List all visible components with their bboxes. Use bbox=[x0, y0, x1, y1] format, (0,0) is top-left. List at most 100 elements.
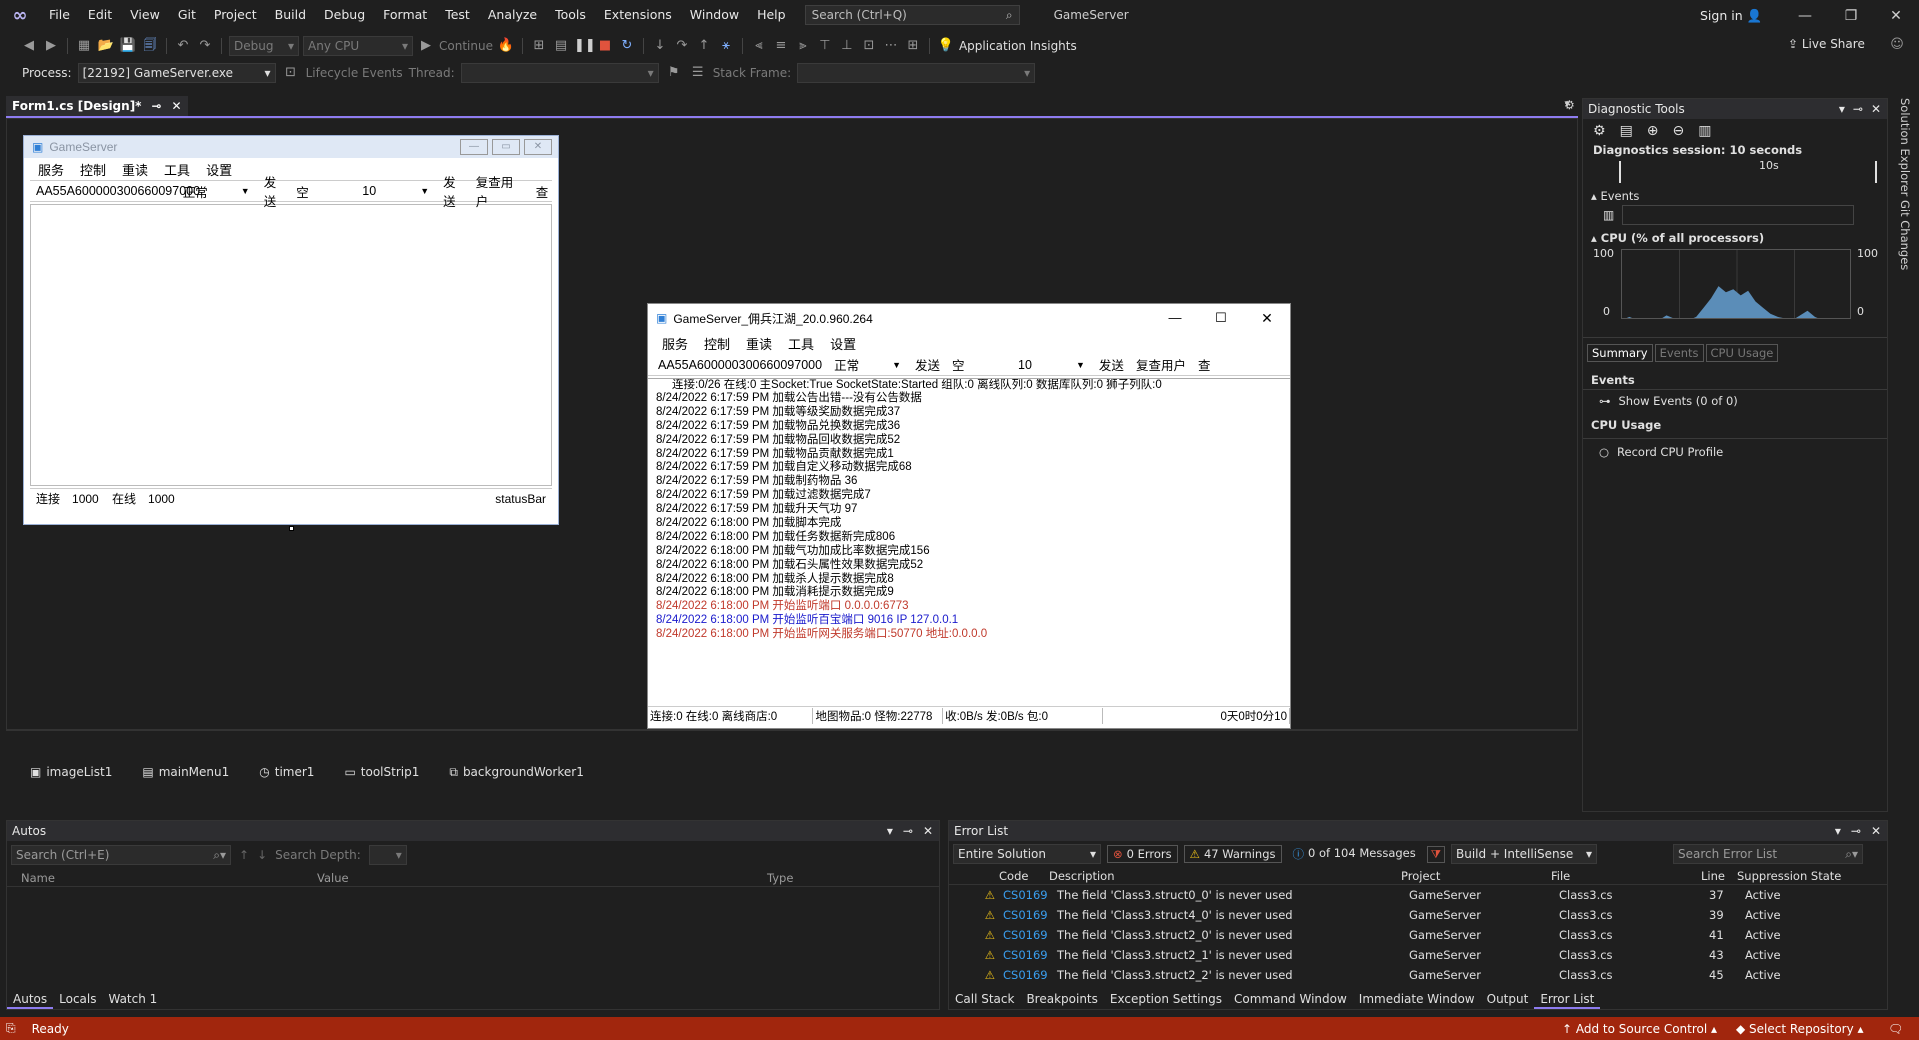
restore-button[interactable]: ❐ bbox=[1828, 0, 1874, 32]
toolstrip-item[interactable]: 复查用户 bbox=[1130, 355, 1192, 374]
design-form[interactable]: ▣ GameServer — ▭ ✕ 服务 控制 重读 工具 设置 AA55A60000… bbox=[23, 135, 559, 525]
step-into-icon[interactable]: ↓ bbox=[651, 37, 669, 55]
menu-view[interactable]: View bbox=[121, 0, 169, 30]
form-menu-item[interactable]: 工具 bbox=[156, 160, 198, 180]
lifecycle-events-button[interactable]: Lifecycle Events bbox=[306, 66, 403, 80]
close-icon[interactable]: ✕ bbox=[923, 821, 933, 841]
form-menu-item[interactable]: 重读 bbox=[738, 334, 780, 354]
undo-icon[interactable]: ↶ bbox=[174, 37, 192, 55]
tab-command-window[interactable]: Command Window bbox=[1228, 989, 1353, 1009]
toolstrip-item[interactable]: 查 bbox=[530, 182, 552, 201]
menu-build[interactable]: Build bbox=[266, 0, 315, 30]
align-middle-icon[interactable]: ⊥ bbox=[838, 37, 856, 55]
back-icon[interactable]: ◀ bbox=[20, 37, 38, 55]
form-menu-item[interactable]: 控制 bbox=[72, 160, 114, 180]
new-project-icon[interactable]: ▦ bbox=[75, 37, 93, 55]
minimize-button[interactable]: — bbox=[1782, 0, 1828, 32]
align-center-icon[interactable]: ≡ bbox=[772, 37, 790, 55]
cell-code[interactable]: CS0169 bbox=[999, 965, 1053, 985]
tab-exception-settings[interactable]: Exception Settings bbox=[1104, 989, 1228, 1009]
zoom-out-icon[interactable]: ⊖ bbox=[1673, 123, 1685, 139]
col-file[interactable]: File bbox=[1551, 869, 1701, 883]
chevron-down-icon[interactable]: ▼ bbox=[241, 186, 250, 196]
diag-tab-cpu-usage[interactable]: CPU Usage bbox=[1705, 344, 1779, 362]
col-type[interactable]: Type bbox=[767, 871, 793, 885]
menu-window[interactable]: Window bbox=[681, 0, 748, 30]
diag-tab-events[interactable]: Events bbox=[1654, 344, 1704, 362]
scope-combo[interactable]: Entire Solution ▾ bbox=[953, 844, 1101, 864]
feedback-icon[interactable]: ☺ bbox=[1888, 36, 1906, 54]
warnings-filter-button[interactable]: ⚠ 47 Warnings bbox=[1183, 845, 1282, 863]
tab-form1-design[interactable]: Form1.cs [Design]* ⊸ ✕ bbox=[6, 96, 188, 116]
component-mainmenu1[interactable]: ▤ mainMenu1 bbox=[142, 765, 229, 779]
toolstrip-item[interactable]: 10 bbox=[356, 184, 420, 198]
flag-icon[interactable]: ⚑ bbox=[665, 64, 683, 82]
messages-filter-button[interactable]: ⓘ 0 of 104 Messages bbox=[1288, 845, 1421, 863]
table-row[interactable]: ⚠ CS0169 The field 'Class3.struct2_1' is n… bbox=[949, 945, 1785, 965]
toolstrip-item[interactable]: 正常 bbox=[828, 355, 892, 374]
toolstrip-item[interactable]: 发送 bbox=[1093, 355, 1130, 374]
chevron-down-icon[interactable]: ▼ bbox=[420, 186, 429, 196]
col-code[interactable]: Code bbox=[999, 869, 1049, 883]
cpu-chart[interactable] bbox=[1621, 249, 1851, 319]
toolstrip-item[interactable]: 正常 bbox=[177, 182, 241, 201]
pin-icon[interactable]: ⊸ bbox=[903, 821, 913, 841]
col-name[interactable]: Name bbox=[7, 871, 317, 885]
menu-extensions[interactable]: Extensions bbox=[595, 0, 681, 30]
tab-locals[interactable]: Locals bbox=[53, 989, 102, 1009]
error-search-input[interactable]: Search Error List ⌕▾ bbox=[1673, 844, 1863, 864]
running-form-window[interactable]: ▣ GameServer_佣兵江湖_20.0.960.264 — ☐ ✕ 服务控… bbox=[647, 303, 1291, 729]
filter-icon[interactable]: ⧩ bbox=[1426, 845, 1445, 863]
errors-filter-button[interactable]: ⊗ 0 Errors bbox=[1107, 845, 1178, 863]
form-menu-item[interactable]: 设置 bbox=[198, 160, 240, 180]
minimize-button[interactable]: — bbox=[1152, 310, 1198, 327]
col-suppression-state[interactable]: Suppression State bbox=[1737, 869, 1841, 883]
step-out-icon[interactable]: ↑ bbox=[695, 37, 713, 55]
resize-handle[interactable] bbox=[289, 526, 294, 531]
design-log-box[interactable] bbox=[30, 204, 552, 486]
hot-reload-icon[interactable]: 🔥 bbox=[497, 37, 515, 55]
form-menu-item[interactable]: 工具 bbox=[780, 334, 822, 354]
col-line[interactable]: Line bbox=[1701, 869, 1737, 883]
gear-icon[interactable]: ⚙ bbox=[1564, 98, 1575, 112]
component-timer1[interactable]: ◷ timer1 bbox=[259, 765, 314, 779]
git-changes-tab[interactable]: Git Changes bbox=[1898, 200, 1912, 270]
tab-immediate-window[interactable]: Immediate Window bbox=[1353, 989, 1481, 1009]
lightbulb-icon[interactable]: 💡 bbox=[937, 37, 955, 55]
dropdown-icon[interactable]: ▾ bbox=[1835, 821, 1841, 841]
stop-icon[interactable]: ■ bbox=[596, 37, 614, 55]
spacing-icon[interactable]: ⋯ bbox=[882, 37, 900, 55]
align-left-icon[interactable]: ⫷ bbox=[750, 37, 768, 55]
toolstrip-item[interactable]: 10 bbox=[1012, 358, 1076, 372]
select-repository-button[interactable]: ◆ Select Repository ▴ bbox=[1736, 1022, 1864, 1036]
heap-snapshot-icon[interactable]: ▥ bbox=[1698, 123, 1711, 139]
make-same-size-icon[interactable]: ⊡ bbox=[860, 37, 878, 55]
cell-code[interactable]: CS0169 bbox=[999, 945, 1053, 965]
redo-icon[interactable]: ↷ bbox=[196, 37, 214, 55]
tab-error-list[interactable]: Error List bbox=[1534, 989, 1601, 1009]
zoom-in-icon[interactable]: ⊕ bbox=[1647, 123, 1659, 139]
col-project[interactable]: Project bbox=[1401, 869, 1551, 883]
component-toolstrip1[interactable]: ▭ toolStrip1 bbox=[344, 765, 419, 779]
save-icon[interactable]: 💾 bbox=[119, 37, 137, 55]
menu-help[interactable]: Help bbox=[748, 0, 795, 30]
pause-icon[interactable]: ❚❚ bbox=[574, 37, 596, 55]
notifications-icon[interactable]: 🗨 bbox=[1888, 1022, 1903, 1036]
toolstrip-item[interactable]: 复查用户 bbox=[470, 172, 530, 210]
toolstrip-item[interactable]: AA55A600000300660097000 bbox=[30, 184, 200, 198]
toolstrip-item[interactable]: AA55A600000300660097000 bbox=[652, 358, 828, 372]
form-menu-item[interactable]: 重读 bbox=[114, 160, 156, 180]
stack-icon[interactable]: ☰ bbox=[689, 64, 707, 82]
close-button[interactable]: ✕ bbox=[1873, 0, 1919, 32]
pin-icon[interactable]: ⊸ bbox=[1851, 821, 1861, 841]
step-over-icon[interactable]: ↷ bbox=[673, 37, 691, 55]
configuration-combo[interactable]: Debug ▾ bbox=[229, 36, 299, 56]
form-menu-item[interactable]: 控制 bbox=[696, 334, 738, 354]
diagnostics-icon[interactable]: ⚹ bbox=[717, 37, 735, 55]
component-backgroundworker1[interactable]: ⧉ backgroundWorker1 bbox=[449, 765, 583, 780]
running-log-box[interactable]: 连接:0/26 在线:0 主Socket:True SocketState:St… bbox=[648, 378, 1290, 704]
select-tools-icon[interactable]: ▤ bbox=[1620, 123, 1633, 139]
continue-button[interactable]: Continue bbox=[439, 39, 493, 53]
tab-output[interactable]: Output bbox=[1481, 989, 1535, 1009]
form-menu-item[interactable]: 服务 bbox=[654, 334, 696, 354]
